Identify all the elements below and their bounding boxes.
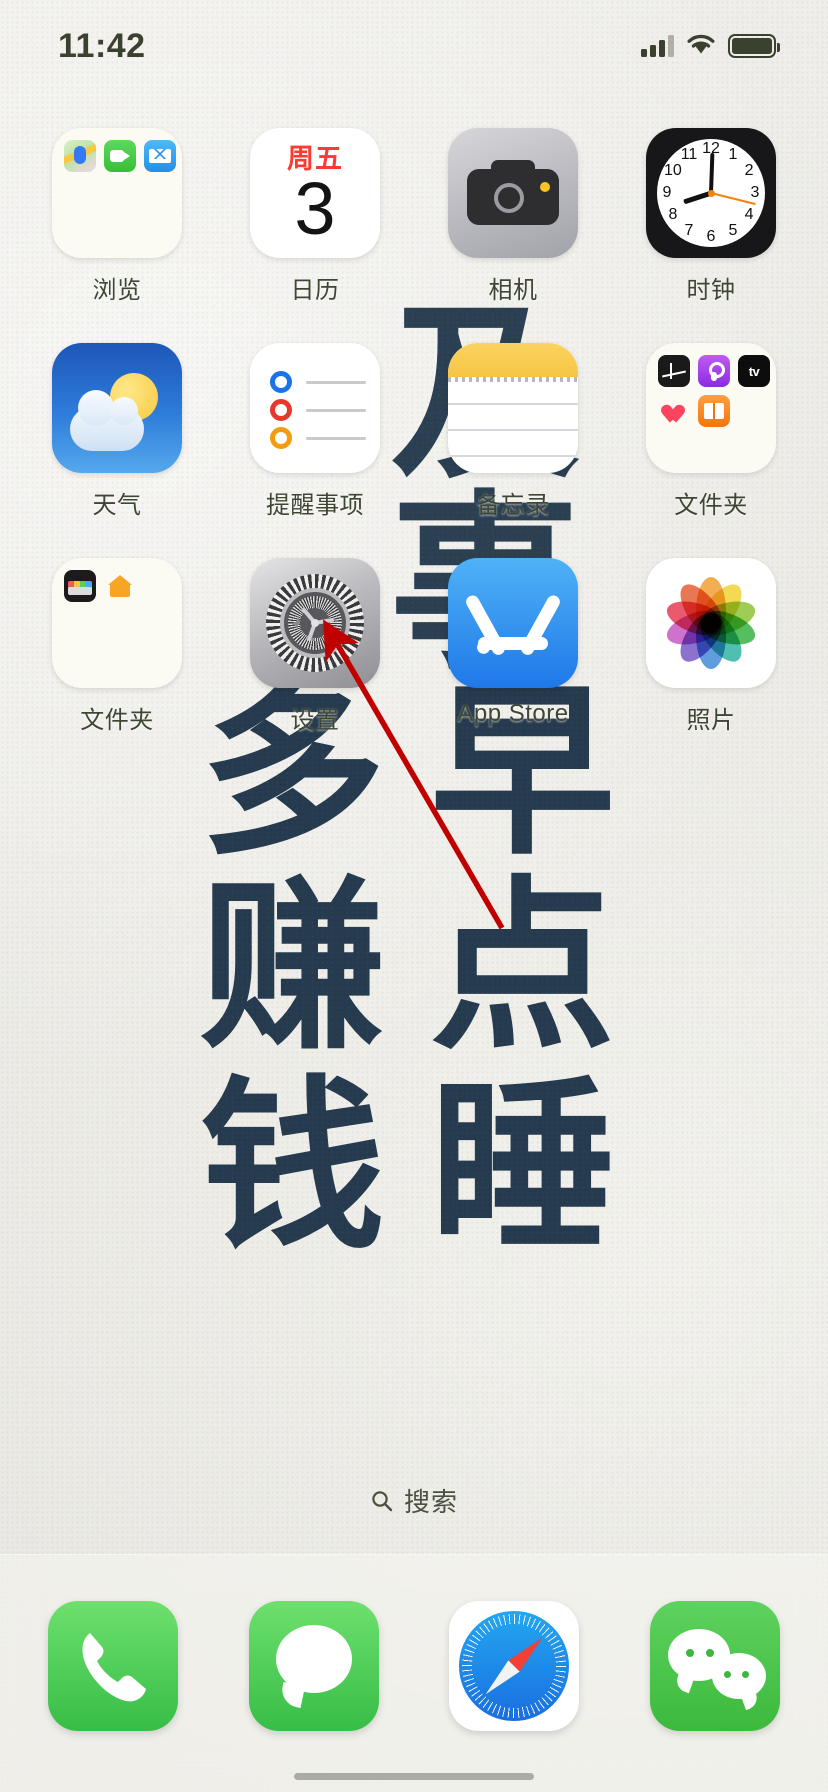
- safari-icon[interactable]: [449, 1601, 580, 1731]
- app-store-icon[interactable]: [448, 558, 578, 688]
- clock-numeral: 6: [706, 228, 716, 245]
- notes-icon[interactable]: [448, 343, 578, 473]
- health-icon: [658, 395, 690, 427]
- wifi-icon: [686, 33, 716, 60]
- calendar-icon[interactable]: 周五 3: [250, 128, 380, 258]
- app-weather[interactable]: 天气: [34, 343, 200, 520]
- settings-icon[interactable]: [250, 558, 380, 688]
- clock-icon[interactable]: 12 1 2 3 4 5 6 7 8 9 10 11: [646, 128, 776, 258]
- app-settings[interactable]: 设置: [232, 558, 398, 735]
- home-icon: [104, 570, 136, 602]
- messages-icon[interactable]: [248, 1601, 379, 1731]
- wallpaper-char-7: 钱: [200, 1059, 385, 1275]
- app-label-browse: 浏览: [92, 277, 142, 304]
- clock-numeral: 11: [680, 145, 698, 163]
- photos-icon[interactable]: [646, 558, 776, 688]
- search-label: 搜索: [403, 1487, 458, 1517]
- app-folder-utility[interactable]: 文件夹: [34, 558, 200, 735]
- clock-numeral: 3: [750, 184, 760, 201]
- app-label-notes: 备忘录: [476, 492, 550, 519]
- calendar-day-number: 3: [294, 167, 336, 250]
- app-label-photos: 照片: [686, 707, 736, 734]
- app-label-clock: 时钟: [686, 277, 736, 304]
- app-label-weather: 天气: [92, 492, 142, 519]
- app-label-camera: 相机: [488, 277, 538, 304]
- search-icon: [370, 1489, 394, 1513]
- app-reminders[interactable]: 提醒事项: [232, 343, 398, 520]
- search-pill[interactable]: 搜索: [0, 1482, 828, 1519]
- app-grid: 浏览 周五 3 日历 相机 12 1 2 3 4 5 6 7 8 9 10 11…: [0, 128, 828, 773]
- folder-media-icon[interactable]: tv: [646, 343, 776, 473]
- wechat-icon[interactable]: [649, 1601, 780, 1731]
- reminders-icon[interactable]: [250, 343, 380, 473]
- clock-numeral: 12: [702, 140, 720, 157]
- app-label-app-store: App Store: [457, 700, 569, 727]
- facetime-icon: [104, 140, 136, 172]
- battery-icon: [728, 34, 780, 58]
- wallpaper-char-8: 睡: [430, 1059, 615, 1275]
- app-app-store[interactable]: App Store: [430, 558, 596, 735]
- clock-numeral: 2: [744, 162, 754, 179]
- app-folder-media[interactable]: tv 文件夹: [628, 343, 794, 520]
- app-label-folder-utility: 文件夹: [80, 707, 154, 734]
- status-bar-indicators: [641, 33, 780, 60]
- app-notes[interactable]: 备忘录: [430, 343, 596, 520]
- clock-numeral: 1: [728, 145, 738, 163]
- app-photos[interactable]: 照片: [628, 558, 794, 735]
- app-label-reminders: 提醒事项: [266, 492, 364, 519]
- stocks-icon: [658, 355, 690, 387]
- weather-icon[interactable]: [52, 343, 182, 473]
- clock-numeral: 8: [668, 206, 678, 223]
- clock-numeral: 4: [744, 206, 754, 223]
- clock-numeral: 10: [663, 162, 682, 179]
- app-row-1: 浏览 周五 3 日历 相机 12 1 2 3 4 5 6 7 8 9 10 11…: [34, 128, 794, 305]
- status-bar-time: 11:42: [58, 26, 146, 65]
- signal-bars-icon: [641, 35, 674, 57]
- camera-icon[interactable]: [448, 128, 578, 258]
- status-bar: 11:42: [0, 0, 828, 92]
- app-folder-browse[interactable]: 浏览: [34, 128, 200, 305]
- app-label-calendar: 日历: [290, 277, 340, 304]
- apple-tv-label: tv: [748, 363, 760, 379]
- wallpaper-char-6: 点: [430, 859, 615, 1075]
- app-row-3: 文件夹 设置 App Store 照片: [34, 558, 794, 735]
- wallpaper-char-5: 赚: [200, 859, 385, 1075]
- wallet-icon: [64, 570, 96, 602]
- app-clock[interactable]: 12 1 2 3 4 5 6 7 8 9 10 11 时钟: [628, 128, 794, 305]
- clock-numeral: 7: [684, 222, 694, 240]
- home-indicator[interactable]: [294, 1773, 534, 1780]
- app-calendar[interactable]: 周五 3 日历: [232, 128, 398, 305]
- app-label-settings: 设置: [290, 707, 340, 734]
- clock-numeral: 5: [728, 222, 738, 240]
- dock: [0, 1554, 828, 1792]
- apple-tv-icon: tv: [738, 355, 770, 387]
- mail-icon: [144, 140, 176, 172]
- maps-icon: [64, 140, 96, 172]
- books-icon: [698, 395, 730, 427]
- app-camera[interactable]: 相机: [430, 128, 596, 305]
- folder-browse-icon[interactable]: [52, 128, 182, 258]
- app-row-2: 天气 提醒事项 备忘录 tv 文件夹: [34, 343, 794, 520]
- podcasts-icon: [698, 355, 730, 387]
- phone-icon[interactable]: [48, 1601, 178, 1731]
- clock-numeral: 9: [662, 184, 672, 201]
- app-label-folder-media: 文件夹: [674, 492, 748, 519]
- folder-utility-icon[interactable]: [52, 558, 182, 688]
